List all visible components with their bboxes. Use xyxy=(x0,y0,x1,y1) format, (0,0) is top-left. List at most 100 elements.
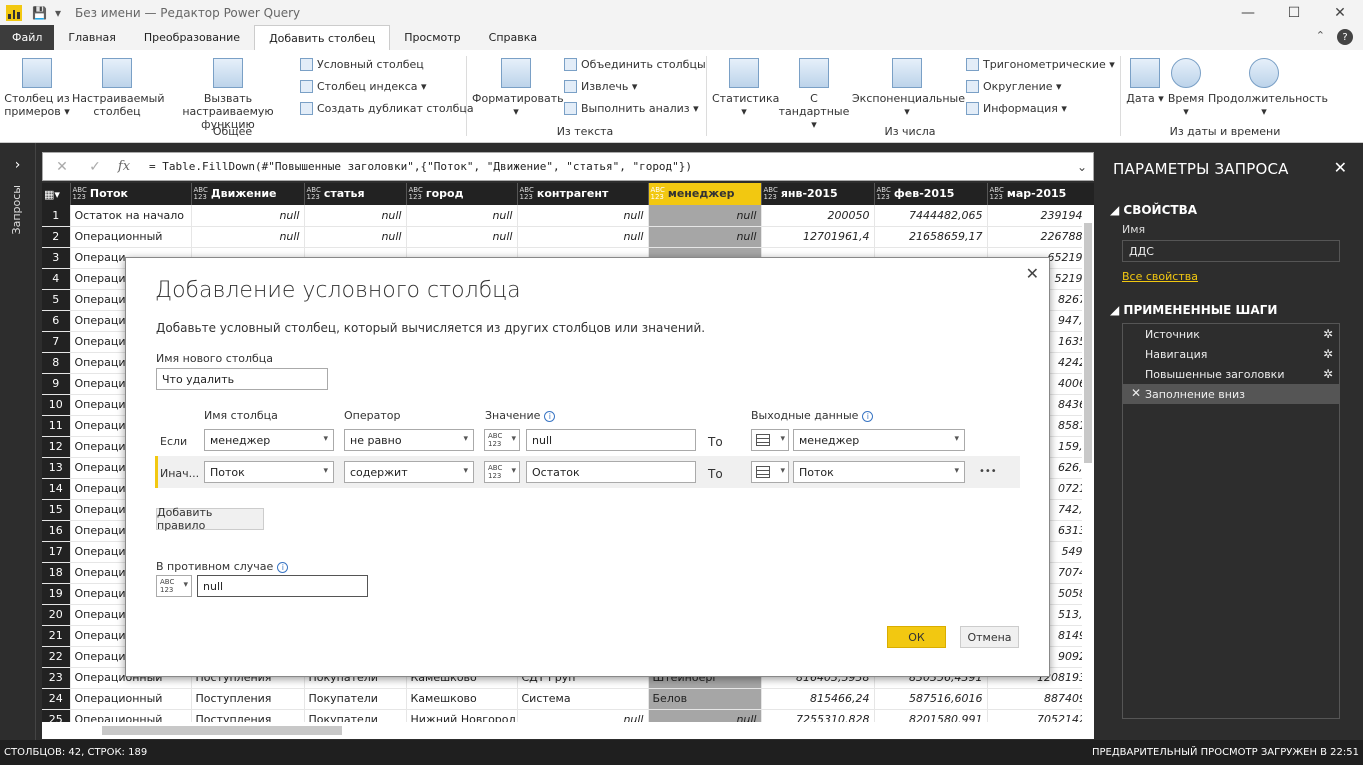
rule1-value-type-select[interactable]: ABC 123 xyxy=(484,429,520,451)
table-menu-icon[interactable]: ▦▾ xyxy=(42,183,71,205)
statistics-button[interactable]: Статистика ▾ xyxy=(712,58,779,118)
row-number[interactable]: 23 xyxy=(42,667,71,689)
column-header[interactable]: ABC 123 фев-2015 xyxy=(874,183,988,205)
gear-icon[interactable]: ✲ xyxy=(1323,327,1333,341)
delete-step-icon[interactable]: ✕ xyxy=(1131,386,1141,400)
table-cell[interactable]: null xyxy=(191,226,305,248)
column-header[interactable]: ABC 123 мар-2015 xyxy=(987,183,1094,205)
standard-button[interactable]: С тандартные ▾ xyxy=(778,58,850,131)
row-number[interactable]: 1 xyxy=(42,205,71,227)
rule2-value-type-select[interactable]: ABC 123 xyxy=(484,461,520,483)
parse-button[interactable]: Выполнить анализ ▾ xyxy=(564,102,699,115)
formula-text[interactable]: = Table.FillDown(#"Повышенные заголовки"… xyxy=(149,160,692,173)
table-cell[interactable]: null xyxy=(304,205,407,227)
row-number[interactable]: 2 xyxy=(42,226,71,248)
grid-horizontal-scrollbar[interactable] xyxy=(42,722,1094,739)
confirm-formula-icon[interactable]: ✓ xyxy=(81,159,109,175)
table-cell[interactable]: null xyxy=(304,226,407,248)
step-item-selected[interactable]: ✕ Заполнение вниз xyxy=(1123,384,1339,404)
row-number[interactable]: 14 xyxy=(42,478,71,500)
column-header[interactable]: ABC 123 Движение xyxy=(191,183,305,205)
close-dialog-icon[interactable]: ✕ xyxy=(1026,264,1039,283)
format-button[interactable]: Форматировать ▾ xyxy=(472,58,564,118)
gear-icon[interactable]: ✲ xyxy=(1323,347,1333,361)
row-number[interactable]: 7 xyxy=(42,331,71,353)
table-cell[interactable]: null xyxy=(406,205,518,227)
otherwise-type-select[interactable]: ABC 123 xyxy=(156,575,192,597)
add-rule-button[interactable]: Добавить правило xyxy=(156,506,264,532)
row-number[interactable]: 11 xyxy=(42,415,71,437)
row-number[interactable]: 5 xyxy=(42,289,71,311)
table-cell[interactable]: null xyxy=(648,226,762,248)
queries-label[interactable]: Запросы xyxy=(10,185,23,234)
cancel-button[interactable]: Отмена xyxy=(960,626,1019,648)
info-icon[interactable]: i xyxy=(277,562,289,573)
column-from-examples-button[interactable]: Столбец из примеров ▾ xyxy=(4,58,70,118)
column-header-selected[interactable]: ABC 123 менеджер xyxy=(648,183,762,205)
tab-transform[interactable]: Преобразование xyxy=(130,25,254,50)
grid-vertical-scrollbar[interactable] xyxy=(1082,205,1094,725)
cancel-formula-icon[interactable]: ✕ xyxy=(43,159,81,175)
rule2-output-type-select[interactable] xyxy=(751,461,789,483)
duration-button[interactable]: Продолжительность ▾ xyxy=(1208,58,1328,118)
scrollbar-thumb[interactable] xyxy=(1084,223,1092,463)
table-cell[interactable]: 587516,6016 xyxy=(874,688,988,710)
duplicate-column-button[interactable]: Создать дубликат столбца xyxy=(300,102,474,115)
column-header[interactable]: ABC 123 статья xyxy=(304,183,407,205)
row-number[interactable]: 17 xyxy=(42,541,71,563)
rule1-output-type-select[interactable] xyxy=(751,429,789,451)
table-cell[interactable]: Камешково xyxy=(406,688,518,710)
rule2-column-select[interactable]: Поток xyxy=(204,461,334,483)
query-name-input[interactable]: ДДС xyxy=(1122,240,1340,262)
table-cell[interactable]: 7444482,065 xyxy=(874,205,988,227)
applied-steps-title[interactable]: ◢ ПРИМЕНЕННЫЕ ШАГИ xyxy=(1110,303,1277,317)
row-number[interactable]: 13 xyxy=(42,457,71,479)
rounding-button[interactable]: Округление ▾ xyxy=(966,80,1062,93)
save-icon[interactable]: 💾 xyxy=(32,6,47,20)
table-cell[interactable]: Остаток на начало xyxy=(70,205,192,227)
tab-file[interactable]: Файл xyxy=(0,25,55,50)
row-number[interactable]: 12 xyxy=(42,436,71,458)
table-cell[interactable]: 200050 xyxy=(761,205,875,227)
row-number[interactable]: 10 xyxy=(42,394,71,416)
tab-home[interactable]: Главная xyxy=(54,25,130,50)
merge-columns-button[interactable]: Объединить столбцы xyxy=(564,58,706,71)
table-cell[interactable]: Белов xyxy=(648,688,762,710)
table-cell[interactable]: 815466,24 xyxy=(761,688,875,710)
minimize-button[interactable]: — xyxy=(1225,0,1271,25)
rule2-output-select[interactable]: Поток xyxy=(793,461,965,483)
rule1-column-select[interactable]: менеджер xyxy=(204,429,334,451)
row-number[interactable]: 4 xyxy=(42,268,71,290)
information-button[interactable]: Информация ▾ xyxy=(966,102,1067,115)
table-cell[interactable]: 12701961,4 xyxy=(761,226,875,248)
column-header[interactable]: ABC 123 город xyxy=(406,183,518,205)
table-cell[interactable]: null xyxy=(406,226,518,248)
table-cell[interactable]: null xyxy=(191,205,305,227)
info-icon[interactable]: i xyxy=(862,411,874,422)
new-column-name-input[interactable]: Что удалить xyxy=(156,368,328,390)
column-header[interactable]: ABC 123 Поток xyxy=(70,183,192,205)
rule1-value-input[interactable]: null xyxy=(526,429,696,451)
time-button[interactable]: Время ▾ xyxy=(1166,58,1206,118)
table-cell[interactable]: Операционный xyxy=(70,226,192,248)
rule1-operator-select[interactable]: не равно xyxy=(344,429,474,451)
help-icon[interactable]: ? xyxy=(1337,29,1353,45)
gear-icon[interactable]: ✲ xyxy=(1323,367,1333,381)
otherwise-value-input[interactable]: null xyxy=(197,575,368,597)
table-cell[interactable]: Система xyxy=(517,688,649,710)
maximize-button[interactable]: ☐ xyxy=(1271,0,1317,25)
row-number[interactable]: 15 xyxy=(42,499,71,521)
row-number[interactable]: 24 xyxy=(42,688,71,710)
row-number[interactable]: 3 xyxy=(42,247,71,269)
rule1-output-select[interactable]: менеджер xyxy=(793,429,965,451)
trigonometry-button[interactable]: Тригонометрические ▾ xyxy=(966,58,1115,71)
row-number[interactable]: 20 xyxy=(42,604,71,626)
all-properties-link[interactable]: Все свойства xyxy=(1122,270,1198,283)
row-number[interactable]: 18 xyxy=(42,562,71,584)
table-cell[interactable]: null xyxy=(517,226,649,248)
table-cell[interactable]: null xyxy=(517,205,649,227)
tab-help[interactable]: Справка xyxy=(475,25,551,50)
step-item[interactable]: Навигация ✲ xyxy=(1123,344,1339,364)
date-button[interactable]: Дата ▾ xyxy=(1126,58,1164,105)
rule2-value-input[interactable]: Остаток xyxy=(526,461,696,483)
